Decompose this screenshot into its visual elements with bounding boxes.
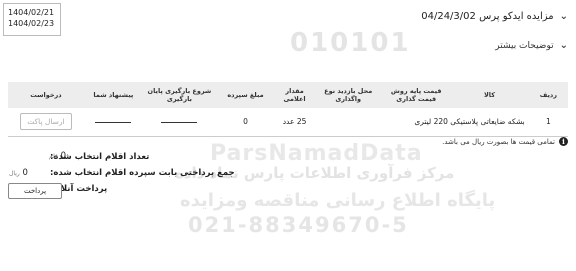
offer-input[interactable] xyxy=(95,121,132,123)
cell-place xyxy=(314,108,383,137)
cell-request: ارسال پاکت xyxy=(8,108,84,137)
col-row: ردیف xyxy=(539,91,557,99)
col-place: محل بازدید نوع واگذاری xyxy=(324,87,373,103)
details-toggle[interactable]: ⌄ توضیحات بیشتر xyxy=(495,40,568,51)
currency-note: i تمامی قیمت ها بصورت ریال می باشد. xyxy=(442,137,568,146)
cell-description: بشکه ضایعاتی پلاستیکی 220 لیتری xyxy=(382,108,529,137)
auction-title: مزایده ایدکو پرس 04/24/3/02 xyxy=(421,11,554,22)
cell-quantity: 25 عدد xyxy=(274,108,315,137)
col-start-end: شروع بارگیری پایان بارگیری xyxy=(147,87,212,103)
table-header-row: ردیف کالا قیمت پایه روش قیمت گذاری محل ب… xyxy=(8,82,568,108)
items-table: ردیف کالا قیمت پایه روش قیمت گذاری محل ب… xyxy=(8,82,568,137)
selected-count-value: 0 قلم xyxy=(49,151,66,161)
chevron-down-icon: ⌄ xyxy=(559,11,568,22)
info-icon: i xyxy=(559,137,568,146)
col-description: کالا xyxy=(483,91,496,99)
details-label: توضیحات بیشتر xyxy=(495,40,554,51)
watermark-digits: 010101 xyxy=(290,28,411,58)
currency-note-text: تمامی قیمت ها بصورت ریال می باشد. xyxy=(442,137,555,146)
start-end-field xyxy=(161,121,198,123)
date-range: 1404/02/21 1404/02/23 xyxy=(3,3,61,36)
col-base-price: قیمت پایه روش قیمت گذاری xyxy=(390,87,442,103)
watermark-line2: پایگاه اطلاع رسانی مناقصه ومزایده xyxy=(180,190,496,211)
cell-start-end xyxy=(142,108,217,137)
deposit-total-label: جمع پرداختی بابت سپرده اقلام انتخاب شده: xyxy=(50,168,235,178)
send-envelope-button[interactable]: ارسال پاکت xyxy=(19,113,72,131)
col-quantity: مقدار اعلامی xyxy=(283,87,306,103)
end-date: 1404/02/23 xyxy=(8,19,55,28)
pay-button[interactable]: پرداخت xyxy=(8,183,62,199)
watermark-site: ParsNamadData xyxy=(210,141,423,166)
deposit-total-value: 0 ریال xyxy=(9,168,28,178)
start-date: 1404/02/21 xyxy=(8,8,55,17)
cell-deposit: 0 xyxy=(216,108,275,137)
table-row: 1 بشکه ضایعاتی پلاستیکی 220 لیتری 25 عدد… xyxy=(8,108,568,137)
auction-page: 010101 ParsNamadData مرکز فرآوری اطلاعات… xyxy=(0,0,576,271)
cell-offer[interactable] xyxy=(83,108,143,137)
cell-row: 1 xyxy=(528,108,568,137)
col-request: درخواست xyxy=(30,91,62,99)
watermark-phone: 021-88349670-5 xyxy=(188,213,409,237)
col-deposit: مبلغ سپرده xyxy=(227,91,264,99)
auction-title-toggle[interactable]: ⌄ مزایده ایدکو پرس 04/24/3/02 xyxy=(421,11,568,22)
col-offer: پیشنهاد شما xyxy=(93,91,134,99)
chevron-down-icon: ⌄ xyxy=(559,40,568,51)
